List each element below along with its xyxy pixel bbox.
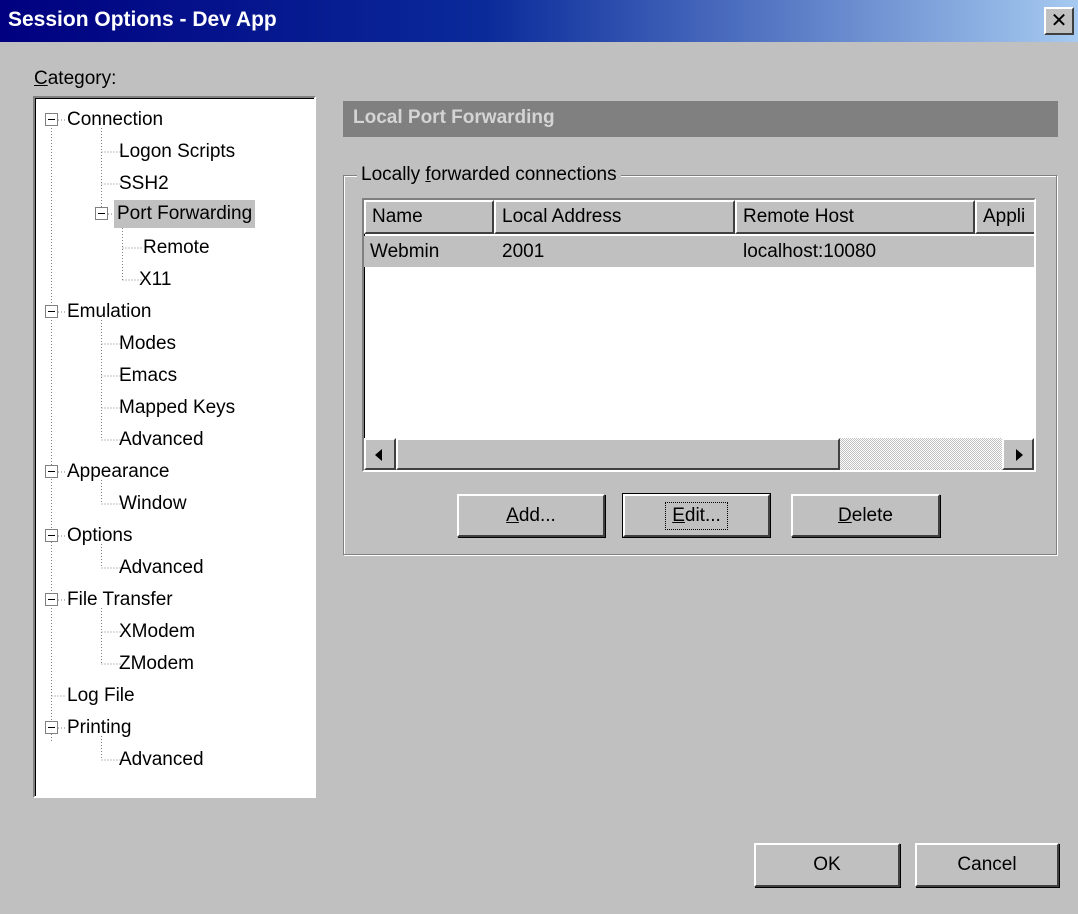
tree-item-appearance[interactable]: Appearance (64, 458, 172, 486)
add-button-label: dd... (518, 505, 556, 526)
tree-item-emulation[interactable]: Emulation (64, 298, 155, 326)
forwarded-connections-list[interactable]: Name Local Address Remote Host Appli Web… (362, 198, 1036, 472)
tree-item-emacs[interactable]: Emacs (116, 362, 180, 390)
arrow-left-icon (375, 449, 382, 461)
edit-focus-rect: Edit... (665, 502, 728, 530)
horizontal-scrollbar[interactable] (364, 438, 1034, 470)
delete-button[interactable]: Delete (791, 494, 940, 537)
collapse-printing-icon[interactable] (45, 721, 58, 734)
tree-item-ssh2[interactable]: SSH2 (116, 170, 172, 198)
edit-button-label: dit... (684, 505, 721, 526)
tree-item-window[interactable]: Window (116, 490, 190, 518)
add-button[interactable]: Add... (457, 494, 605, 537)
category-label-text: ategory: (47, 68, 117, 89)
ok-button[interactable]: OK (754, 843, 900, 887)
table-row[interactable]: Webmin 2001 localhost:10080 (364, 236, 1034, 267)
tree-item-mapped-keys[interactable]: Mapped Keys (116, 394, 238, 422)
tree-item-logon-scripts[interactable]: Logon Scripts (116, 138, 238, 166)
tree-item-file-transfer[interactable]: File Transfer (64, 586, 176, 614)
category-label-accel: C (34, 68, 48, 89)
tree-item-zmodem[interactable]: ZModem (116, 650, 197, 678)
tree-item-connection[interactable]: Connection (64, 106, 166, 134)
scrollbar-thumb[interactable] (396, 438, 840, 470)
close-button[interactable]: ✕ (1044, 7, 1074, 35)
list-header: Name Local Address Remote Host Appli (364, 200, 1034, 234)
tree-item-emulation-advanced[interactable]: Advanced (116, 426, 207, 454)
tree-item-modes[interactable]: Modes (116, 330, 179, 358)
page-title: Local Port Forwarding (353, 107, 555, 128)
cell-name: Webmin (370, 241, 440, 262)
window-title: Session Options - Dev App (8, 8, 277, 31)
scroll-left-button[interactable] (364, 438, 396, 470)
close-icon: ✕ (1050, 8, 1068, 32)
delete-button-label: elete (851, 505, 893, 526)
cell-remote-host: localhost:10080 (743, 241, 877, 262)
tree-item-options[interactable]: Options (64, 522, 135, 550)
edit-button[interactable]: Edit... (622, 493, 771, 538)
collapse-file-transfer-icon[interactable] (45, 593, 58, 606)
delete-button-accel: D (838, 505, 852, 526)
column-header-local-address[interactable]: Local Address (494, 200, 735, 234)
group-label-post: orwarded connections (430, 164, 617, 185)
collapse-connection-icon[interactable] (45, 113, 58, 126)
tree-item-remote[interactable]: Remote (140, 234, 213, 262)
collapse-emulation-icon[interactable] (45, 305, 58, 318)
tree-item-printing[interactable]: Printing (64, 714, 134, 742)
tree-item-log-file[interactable]: Log File (64, 682, 138, 710)
tree-item-printing-advanced[interactable]: Advanced (116, 746, 207, 774)
collapse-appearance-icon[interactable] (45, 465, 58, 478)
group-label: Locally forwarded connections (357, 163, 621, 187)
collapse-port-forwarding-icon[interactable] (95, 207, 108, 220)
page-header: Local Port Forwarding (343, 101, 1058, 137)
title-bar[interactable]: Session Options - Dev App ✕ (0, 0, 1078, 42)
tree-item-options-advanced[interactable]: Advanced (116, 554, 207, 582)
collapse-options-icon[interactable] (45, 529, 58, 542)
tree-item-x11[interactable]: X11 (136, 266, 174, 294)
session-options-dialog: Session Options - Dev App ✕ Category: Co… (0, 0, 1078, 914)
cancel-button[interactable]: Cancel (915, 843, 1059, 887)
cell-local-address: 2001 (502, 241, 545, 262)
add-button-accel: A (506, 505, 519, 526)
category-label: Category: (34, 68, 116, 90)
tree-item-port-forwarding[interactable]: Port Forwarding (114, 200, 256, 228)
edit-button-accel: E (672, 505, 685, 526)
category-tree[interactable]: Connection Logon Scripts SSH2 Port Forwa… (33, 96, 316, 798)
group-label-pre: Locally (361, 164, 426, 185)
tree-item-xmodem[interactable]: XModem (116, 618, 198, 646)
arrow-right-icon (1016, 449, 1023, 461)
column-header-name[interactable]: Name (364, 200, 494, 234)
column-header-remote-host[interactable]: Remote Host (735, 200, 975, 234)
column-header-application[interactable]: Appli (975, 200, 1034, 234)
scroll-right-button[interactable] (1002, 438, 1034, 470)
